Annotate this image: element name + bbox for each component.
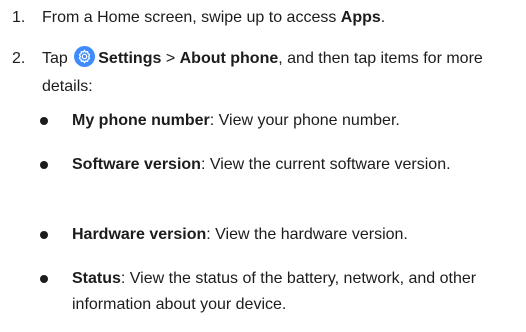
settings-gear-icon xyxy=(74,46,96,67)
list-item: My phone number: View your phone number. xyxy=(40,108,520,134)
step-1: 1. From a Home screen, swipe up to acces… xyxy=(12,4,522,32)
step-text-part: . xyxy=(380,9,386,26)
list-item-text: Hardware version: View the hardware vers… xyxy=(72,222,520,248)
step-text: From a Home screen, swipe up to access A… xyxy=(42,4,522,32)
step-2: 2. Tap Settings > About phone, and then … xyxy=(12,45,522,101)
item-description: : View your phone number. xyxy=(209,112,400,129)
list-item: Software version: View the current softw… xyxy=(40,152,520,178)
settings-label: Settings xyxy=(98,50,162,67)
bullet-dot xyxy=(40,275,48,283)
bullet-dot xyxy=(40,117,48,125)
list-item-text: Status: View the status of the battery, … xyxy=(72,266,520,318)
step-text-part: Tap xyxy=(42,50,68,67)
item-term: My phone number xyxy=(72,112,210,129)
instructions-page: 1. From a Home screen, swipe up to acces… xyxy=(0,0,526,332)
apps-label: Apps xyxy=(340,9,381,26)
step-text-part: From a Home screen, swipe up to access xyxy=(42,9,341,26)
list-item: Status: View the status of the battery, … xyxy=(40,266,520,318)
item-term: Software version xyxy=(72,156,201,173)
list-item-text: Software version: View the current softw… xyxy=(72,152,520,178)
item-term: Status xyxy=(72,270,121,287)
about-phone-label: About phone xyxy=(179,50,279,67)
item-description: : View the hardware version. xyxy=(206,226,408,243)
step-number: 2. xyxy=(12,50,26,67)
step-number: 1. xyxy=(12,9,26,26)
bullet-dot xyxy=(40,231,48,239)
step-text: Tap Settings > About phone, and then tap… xyxy=(42,45,522,101)
bullet-dot xyxy=(40,161,48,169)
item-description: : View the current software version. xyxy=(200,156,451,173)
list-item: Hardware version: View the hardware vers… xyxy=(40,222,520,248)
item-description: : View the status of the battery, networ… xyxy=(72,270,477,313)
breadcrumb-separator: > xyxy=(161,50,180,67)
item-term: Hardware version xyxy=(72,226,207,243)
list-item-text: My phone number: View your phone number. xyxy=(72,108,520,134)
